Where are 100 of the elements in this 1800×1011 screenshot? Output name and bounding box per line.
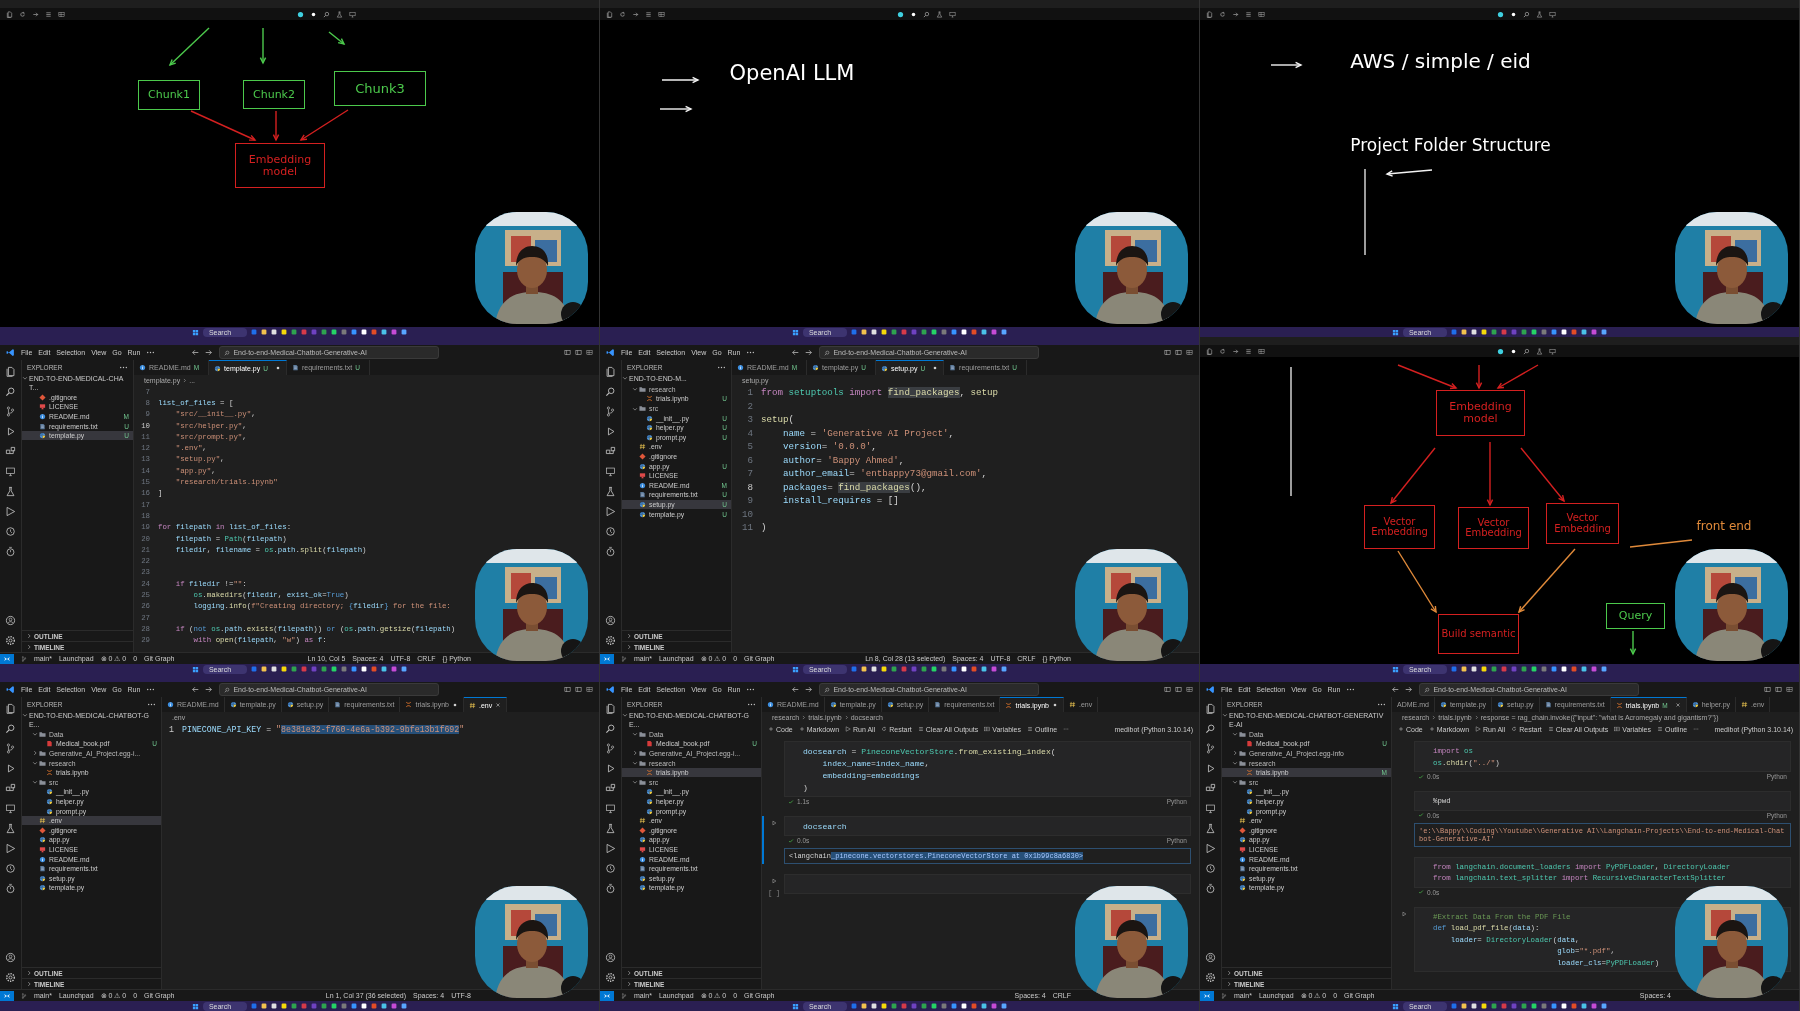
remote-icon[interactable] xyxy=(0,990,14,1001)
arrow-left-icon[interactable] xyxy=(791,685,801,694)
run-icon[interactable] xyxy=(5,763,16,774)
play-icon[interactable] xyxy=(1205,843,1216,854)
arrow-right-icon[interactable] xyxy=(1232,347,1239,355)
account-icon[interactable] xyxy=(5,615,16,626)
circle-icon[interactable] xyxy=(1510,347,1517,355)
search-icon[interactable] xyxy=(605,723,616,734)
windows-logo-icon[interactable] xyxy=(791,665,799,673)
monitor-icon[interactable] xyxy=(949,10,956,18)
arrow-right-icon[interactable] xyxy=(204,685,214,694)
layout-icon[interactable] xyxy=(1164,686,1171,693)
grid-icon[interactable] xyxy=(1186,349,1193,356)
flask-icon[interactable] xyxy=(5,823,16,834)
circle-icon[interactable] xyxy=(897,10,904,18)
grid-icon[interactable] xyxy=(586,686,593,693)
restart-icon[interactable] xyxy=(1219,10,1226,18)
account-icon[interactable] xyxy=(1205,952,1216,963)
arrow-left-icon[interactable] xyxy=(1391,685,1401,694)
play-icon[interactable] xyxy=(605,843,616,854)
settings-icon[interactable] xyxy=(5,635,16,646)
search-icon[interactable] xyxy=(323,10,330,18)
grid-icon[interactable] xyxy=(658,10,665,18)
monitor-icon[interactable] xyxy=(349,10,356,18)
restart-icon[interactable] xyxy=(1219,347,1226,355)
windows-logo-icon[interactable] xyxy=(1391,1002,1399,1010)
branch-icon[interactable] xyxy=(605,743,616,754)
branch-icon[interactable] xyxy=(621,655,627,662)
branch-icon[interactable] xyxy=(5,743,16,754)
files-icon[interactable] xyxy=(606,10,613,18)
list-icon[interactable] xyxy=(645,10,652,18)
grid-icon[interactable] xyxy=(1258,347,1265,355)
settings-icon[interactable] xyxy=(605,635,616,646)
monitor-icon[interactable] xyxy=(5,466,16,477)
timer-icon[interactable] xyxy=(1205,883,1216,894)
branch-icon[interactable] xyxy=(621,992,627,999)
windows-logo-icon[interactable] xyxy=(191,328,199,336)
run-icon[interactable] xyxy=(771,878,777,884)
circle-icon[interactable] xyxy=(910,10,917,18)
layout-icon[interactable] xyxy=(1175,686,1182,693)
restart-icon[interactable] xyxy=(19,10,26,18)
run-icon[interactable] xyxy=(5,426,16,437)
extensions-icon[interactable] xyxy=(1205,783,1216,794)
layout-icon[interactable] xyxy=(1175,349,1182,356)
circle-icon[interactable] xyxy=(1497,347,1504,355)
remote-icon[interactable] xyxy=(0,653,14,664)
monitor-icon[interactable] xyxy=(605,466,616,477)
monitor-icon[interactable] xyxy=(1549,10,1556,18)
flask-icon[interactable] xyxy=(1536,347,1543,355)
branch-icon[interactable] xyxy=(21,655,27,662)
extensions-icon[interactable] xyxy=(605,446,616,457)
history-icon[interactable] xyxy=(1205,863,1216,874)
layout-icon[interactable] xyxy=(575,349,582,356)
run-icon[interactable] xyxy=(1401,910,1407,917)
branch-icon[interactable] xyxy=(5,406,16,417)
arrow-right-icon[interactable] xyxy=(632,10,639,18)
arrow-left-icon[interactable] xyxy=(791,348,801,357)
flask-icon[interactable] xyxy=(936,10,943,18)
grid-icon[interactable] xyxy=(586,349,593,356)
timer-icon[interactable] xyxy=(605,546,616,557)
layout-icon[interactable] xyxy=(564,349,571,356)
monitor-icon[interactable] xyxy=(1205,803,1216,814)
search-icon[interactable] xyxy=(1205,723,1216,734)
search-icon[interactable] xyxy=(5,386,16,397)
flask-icon[interactable] xyxy=(1205,823,1216,834)
files-icon[interactable] xyxy=(1206,10,1213,18)
circle-icon[interactable] xyxy=(1497,10,1504,18)
arrow-right-icon[interactable] xyxy=(32,10,39,18)
files-icon[interactable] xyxy=(6,10,13,18)
remote-icon[interactable] xyxy=(1200,990,1214,1001)
windows-logo-icon[interactable] xyxy=(191,1002,199,1010)
files-icon[interactable] xyxy=(605,366,616,377)
run-icon[interactable] xyxy=(1205,763,1216,774)
windows-logo-icon[interactable] xyxy=(791,328,799,336)
windows-logo-icon[interactable] xyxy=(791,1002,799,1010)
play-icon[interactable] xyxy=(5,843,16,854)
account-icon[interactable] xyxy=(605,952,616,963)
list-icon[interactable] xyxy=(45,10,52,18)
timer-icon[interactable] xyxy=(5,546,16,557)
flask-icon[interactable] xyxy=(1536,10,1543,18)
grid-icon[interactable] xyxy=(1258,10,1265,18)
files-icon[interactable] xyxy=(1205,703,1216,714)
branch-icon[interactable] xyxy=(1205,743,1216,754)
play-icon[interactable] xyxy=(5,506,16,517)
account-icon[interactable] xyxy=(5,952,16,963)
account-icon[interactable] xyxy=(605,615,616,626)
layout-icon[interactable] xyxy=(564,686,571,693)
settings-icon[interactable] xyxy=(1205,972,1216,983)
arrow-right-icon[interactable] xyxy=(804,348,814,357)
list-icon[interactable] xyxy=(1245,347,1252,355)
remote-icon[interactable] xyxy=(600,990,614,1001)
arrow-right-icon[interactable] xyxy=(804,685,814,694)
files-icon[interactable] xyxy=(605,703,616,714)
layout-icon[interactable] xyxy=(1764,686,1771,693)
grid-icon[interactable] xyxy=(1186,686,1193,693)
search-icon[interactable] xyxy=(605,386,616,397)
monitor-icon[interactable] xyxy=(605,803,616,814)
list-icon[interactable] xyxy=(1245,10,1252,18)
settings-icon[interactable] xyxy=(605,972,616,983)
search-icon[interactable] xyxy=(1523,10,1530,18)
